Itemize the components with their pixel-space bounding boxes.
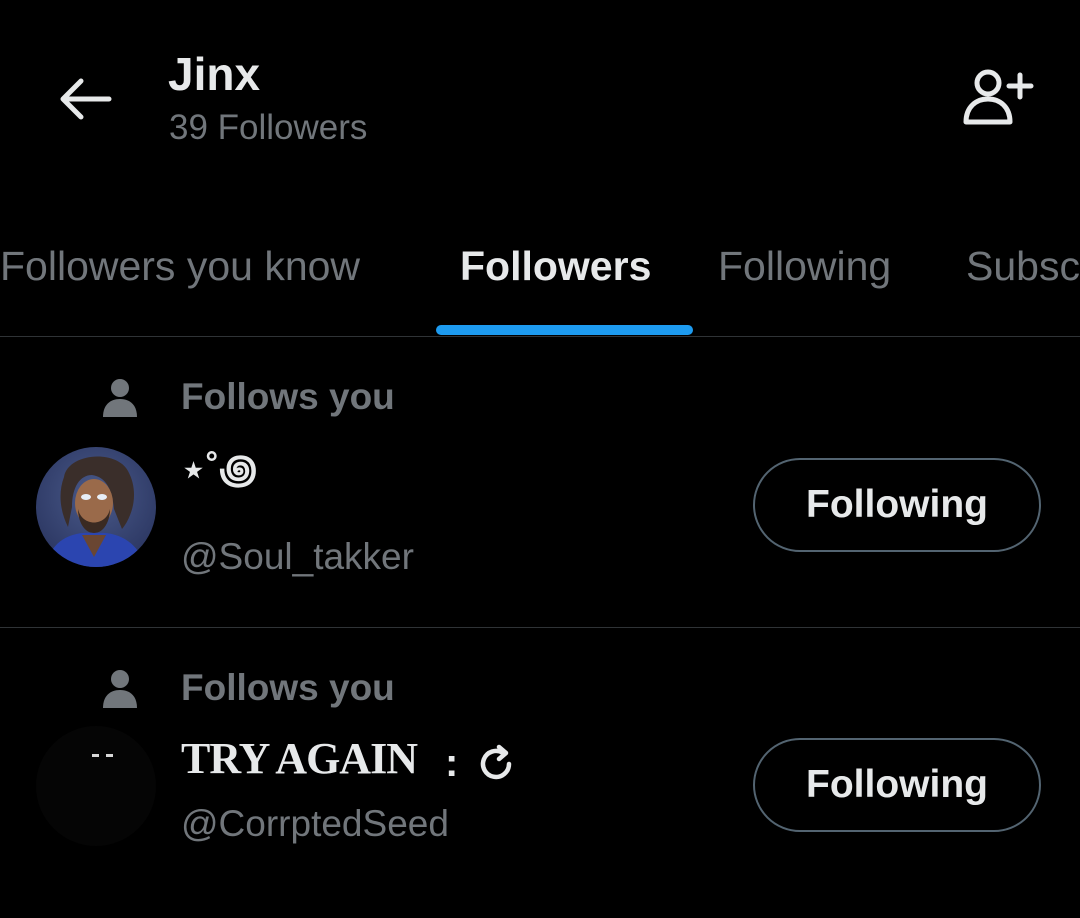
active-tab-indicator [436, 325, 693, 335]
user-handle: @Soul_takker [181, 536, 414, 577]
following-button[interactable]: Following [753, 458, 1041, 552]
add-user-button[interactable] [956, 60, 1040, 132]
user-handle: @CorrptedSeed [181, 803, 449, 844]
profile-name-title: Jinx [168, 48, 261, 100]
tab-following[interactable]: Following [718, 238, 891, 294]
display-name-colon: : [445, 741, 459, 785]
person-icon [103, 379, 137, 417]
dark-avatar [36, 726, 156, 846]
user-row[interactable]: Follows you TRY AGAIN : @CorrptedSeed Fo… [0, 628, 1080, 918]
display-name: ⋆˚꩜ [181, 448, 258, 492]
tab-bar: Followers you know Followers Following S… [0, 228, 1080, 337]
user-row[interactable]: Follows you ⋆˚꩜ @Soul_takker Following [0, 337, 1080, 627]
tab-followers-you-know[interactable]: Followers you know [0, 238, 360, 294]
person-icon [103, 670, 137, 708]
avatar[interactable] [36, 726, 156, 846]
back-button[interactable] [50, 64, 120, 134]
arrow-left-icon [60, 78, 112, 120]
followers-count: 39 Followers [169, 108, 368, 147]
tab-subscriptions[interactable]: Subscriptions [966, 238, 1080, 294]
avatar[interactable] [36, 447, 156, 567]
following-button[interactable]: Following [753, 738, 1041, 832]
social-context-label: Follows you [181, 667, 395, 708]
display-name: TRY AGAIN [181, 734, 418, 783]
refresh-icon [480, 744, 512, 780]
tab-followers[interactable]: Followers [460, 238, 651, 294]
social-context-label: Follows you [181, 376, 395, 417]
avatar-illustration [36, 447, 156, 567]
person-plus-icon [963, 69, 1034, 125]
top-app-bar: Jinx 39 Followers [0, 0, 1080, 200]
